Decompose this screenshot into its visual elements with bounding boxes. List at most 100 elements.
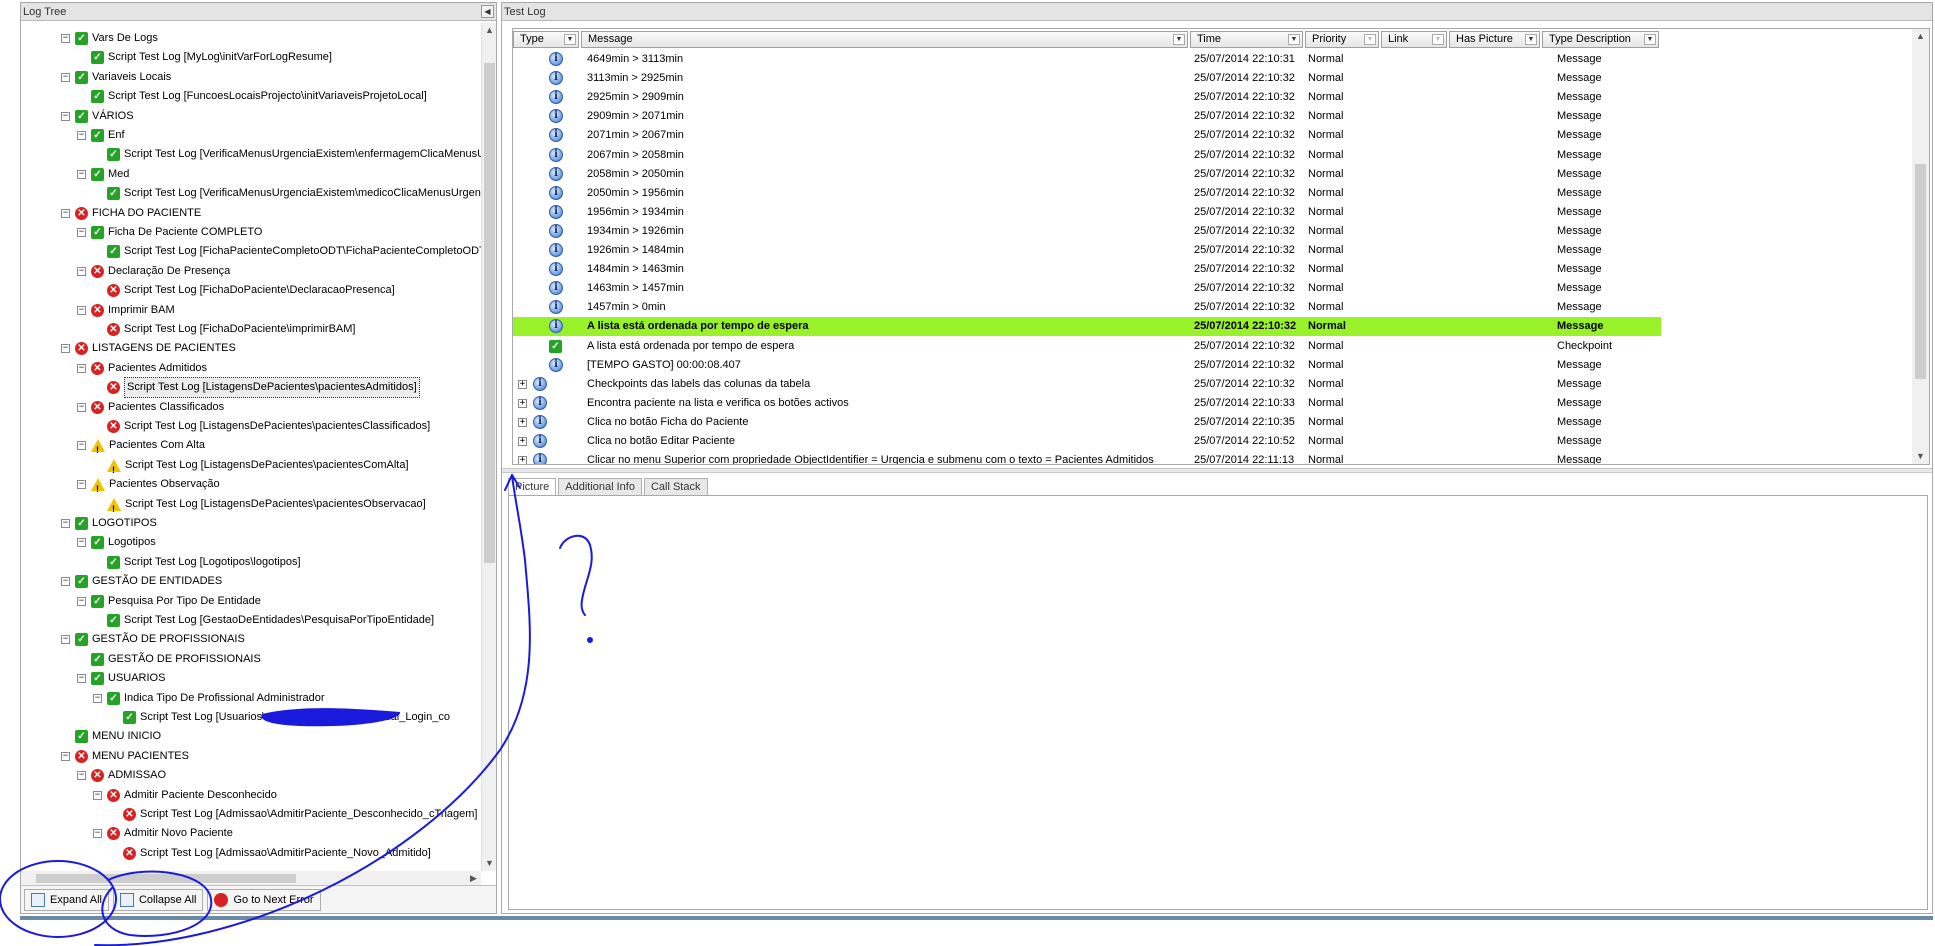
tree-node[interactable]: ✓ GESTÃO DE PROFISSIONAIS (91, 650, 261, 669)
tree-node[interactable]: − ✓ Vars De Logs (61, 29, 158, 48)
tree-node[interactable]: −! Pacientes Observação (77, 475, 220, 494)
tree-node[interactable]: − ✕ Pacientes Admitidos (77, 359, 207, 378)
tree-node[interactable]: − ✓ Logotipos (77, 533, 156, 552)
tree-node[interactable]: ✓ Script Test Log [MyLog\initVarForLogRes… (91, 48, 332, 67)
tree-node[interactable]: ✕ Script Test Log [Admissao\AdmitirPacien… (123, 805, 478, 824)
table-row[interactable]: i 4649min > 3113min 25/07/2014 22:10:31 Nor… (513, 50, 1661, 69)
table-row[interactable]: i 2071min > 2067min 25/07/2014 22:10:32 Nor… (513, 126, 1661, 145)
tree-node[interactable]: ✓ Script Test Log [VerificaMenusUrgenciaE… (107, 145, 489, 164)
tree-node[interactable]: − ✕ Admitir Paciente Desconhecido (93, 786, 277, 805)
tree-vertical-scrollbar[interactable]: ▲ ▼ (481, 23, 496, 871)
tree-node[interactable]: ! Script Test Log [ListagensDePacientes\p… (107, 495, 426, 514)
scroll-thumb[interactable] (36, 874, 296, 883)
tree-node[interactable]: ✕ Script Test Log [FichaDoPaciente\Declar… (107, 281, 395, 300)
collapse-toggle-icon[interactable]: − (61, 72, 70, 82)
tree-node[interactable]: − ✓ VÁRIOS (61, 107, 134, 126)
collapse-toggle-icon[interactable]: − (77, 266, 86, 276)
table-row[interactable]: i 2050min > 1956min 25/07/2014 22:10:32 Nor… (513, 184, 1661, 203)
collapse-toggle-icon[interactable]: − (61, 519, 70, 528)
table-row[interactable]: i [TEMPO GASTO] 00:00:08.407 25/07/2014 22… (513, 356, 1661, 375)
tree-node[interactable]: − ✓ USUARIOS (77, 669, 165, 688)
table-row[interactable]: + i Clica no botão Editar Paciente 25/07/20… (513, 432, 1661, 451)
collapse-toggle-icon[interactable]: − (77, 402, 86, 412)
tree-node[interactable]: ✕ Script Test Log [ListagensDePacientes\p… (107, 377, 420, 399)
filter-dropdown-icon[interactable]: ▼ (1432, 34, 1444, 45)
collapse-toggle-icon[interactable]: − (77, 363, 86, 373)
collapse-toggle-icon[interactable]: − (61, 577, 70, 587)
table-row[interactable]: i 3113min > 2925min 25/07/2014 22:10:32 Nor… (513, 69, 1661, 88)
tree-node[interactable]: ✕ Script Test Log [ListagensDePacientes\p… (107, 417, 430, 436)
tree-node[interactable]: − ✕ Declaração De Presença (77, 262, 230, 281)
collapse-toggle-icon[interactable]: − (77, 305, 86, 315)
collapse-toggle-icon[interactable]: − (77, 480, 86, 490)
filter-dropdown-icon[interactable]: ▼ (564, 34, 576, 45)
grid-vertical-scrollbar[interactable]: ▲ ▼ (1912, 29, 1929, 464)
column-header-time[interactable]: Time ▼ (1190, 31, 1303, 48)
panel-collapse-icon[interactable]: ◀ (481, 5, 494, 18)
tab-additional-info[interactable]: Additional Info (558, 478, 642, 495)
tree-node[interactable]: ✓ MENU INICIO (75, 727, 161, 746)
collapse-toggle-icon[interactable]: − (77, 674, 86, 684)
table-row[interactable]: i 1457min > 0min 25/07/2014 22:10:32 Normal… (513, 298, 1661, 317)
scroll-down-icon[interactable]: ▼ (1913, 449, 1928, 464)
table-row[interactable]: i 2925min > 2909min 25/07/2014 22:10:32 Nor… (513, 88, 1661, 107)
table-row[interactable]: ✓ A lista está ordenada por tempo de espe… (513, 337, 1661, 356)
tree-node[interactable]: ✓ Script Test Log [FuncoesLocaisProjecto\… (91, 87, 427, 106)
tree-node[interactable]: − ✕ ADMISSAO (77, 766, 166, 785)
table-row[interactable]: + i Checkpoints das labels das colunas da … (513, 375, 1661, 394)
expand-row-icon[interactable]: + (518, 437, 527, 446)
filter-dropdown-icon[interactable]: ▼ (1364, 34, 1376, 45)
collapse-toggle-icon[interactable]: − (77, 131, 86, 140)
tree-node[interactable]: ✓ Script Test Log [Usuarios\ sal_Login_co (123, 708, 450, 727)
tab-call-stack[interactable]: Call Stack (643, 478, 708, 495)
column-header-priority[interactable]: Priority ▼ (1305, 31, 1379, 48)
column-header-message[interactable]: Message ▼ (581, 31, 1188, 48)
tree-node[interactable]: ✓ Script Test Log [VerificaMenusUrgenciaE… (107, 184, 486, 203)
tab-picture[interactable]: Picture (508, 478, 557, 495)
next-error-button[interactable]: Go to Next Error (207, 888, 321, 911)
tree-node[interactable]: − ✓ Ficha De Paciente COMPLETO (77, 223, 262, 242)
collapse-toggle-icon[interactable]: − (77, 169, 86, 179)
column-header-type[interactable]: Type ▼ (513, 31, 579, 48)
collapse-toggle-icon[interactable]: − (77, 771, 86, 781)
tree-node[interactable]: − ✕ MENU PACIENTES (61, 747, 189, 766)
collapse-toggle-icon[interactable]: − (61, 208, 70, 218)
collapse-toggle-icon[interactable]: − (61, 635, 70, 645)
scroll-down-icon[interactable]: ▼ (482, 856, 497, 871)
filter-dropdown-icon[interactable]: ▼ (1525, 34, 1537, 45)
tree-node[interactable]: − ✓ Enf (77, 126, 125, 145)
table-row[interactable]: i 2058min > 2050min 25/07/2014 22:10:32 Nor… (513, 165, 1661, 184)
expand-row-icon[interactable]: + (518, 456, 527, 464)
tree-node[interactable]: − ✓ GESTÃO DE PROFISSIONAIS (61, 630, 245, 649)
expand-all-button[interactable]: Expand All (24, 888, 109, 911)
column-header-has-picture[interactable]: Has Picture ▼ (1449, 31, 1540, 48)
table-row[interactable]: i 2067min > 2058min 25/07/2014 22:10:32 Nor… (513, 146, 1661, 165)
table-row[interactable]: i 1956min > 1934min 25/07/2014 22:10:32 Nor… (513, 203, 1661, 222)
collapse-toggle-icon[interactable]: − (77, 538, 86, 548)
column-header-link[interactable]: Link ▼ (1381, 31, 1447, 48)
collapse-toggle-icon[interactable]: − (61, 751, 70, 761)
collapse-all-button[interactable]: Collapse All (112, 888, 204, 911)
filter-dropdown-icon[interactable]: ▼ (1644, 34, 1656, 45)
tree-node[interactable]: ✓ Script Test Log [Logotipos\logotipos] (107, 553, 301, 572)
tree-node[interactable]: ! Script Test Log [ListagensDePacientes\p… (107, 456, 409, 475)
collapse-toggle-icon[interactable]: − (93, 693, 102, 703)
table-row[interactable]: + i Encontra paciente na lista e verifica … (513, 394, 1661, 413)
tree-node[interactable]: − ✕ Admitir Novo Paciente (93, 824, 233, 843)
scroll-thumb[interactable] (1915, 164, 1926, 379)
tree-node[interactable]: −! Pacientes Com Alta (77, 436, 205, 455)
expand-row-icon[interactable]: + (518, 398, 527, 408)
collapse-toggle-icon[interactable]: − (93, 790, 102, 800)
tree-node[interactable]: − ✕ LISTAGENS DE PACIENTES (61, 339, 236, 358)
table-row[interactable]: i A lista está ordenada por tempo de espe… (513, 317, 1661, 337)
scroll-up-icon[interactable]: ▲ (1913, 29, 1928, 44)
expand-row-icon[interactable]: + (518, 417, 527, 427)
scroll-thumb[interactable] (484, 63, 495, 563)
collapse-toggle-icon[interactable]: − (77, 596, 86, 606)
scroll-up-icon[interactable]: ▲ (482, 23, 497, 38)
filter-dropdown-icon[interactable]: ▼ (1288, 34, 1300, 45)
tree-node[interactable]: ✓ Script Test Log [GestaoDeEntidades\Pesq… (107, 611, 434, 630)
collapse-toggle-icon[interactable]: − (93, 829, 102, 839)
tree-node[interactable]: − ✕ Pacientes Classificados (77, 398, 224, 417)
tree-node[interactable]: − ✓ Pesquisa Por Tipo De Entidade (77, 592, 261, 611)
